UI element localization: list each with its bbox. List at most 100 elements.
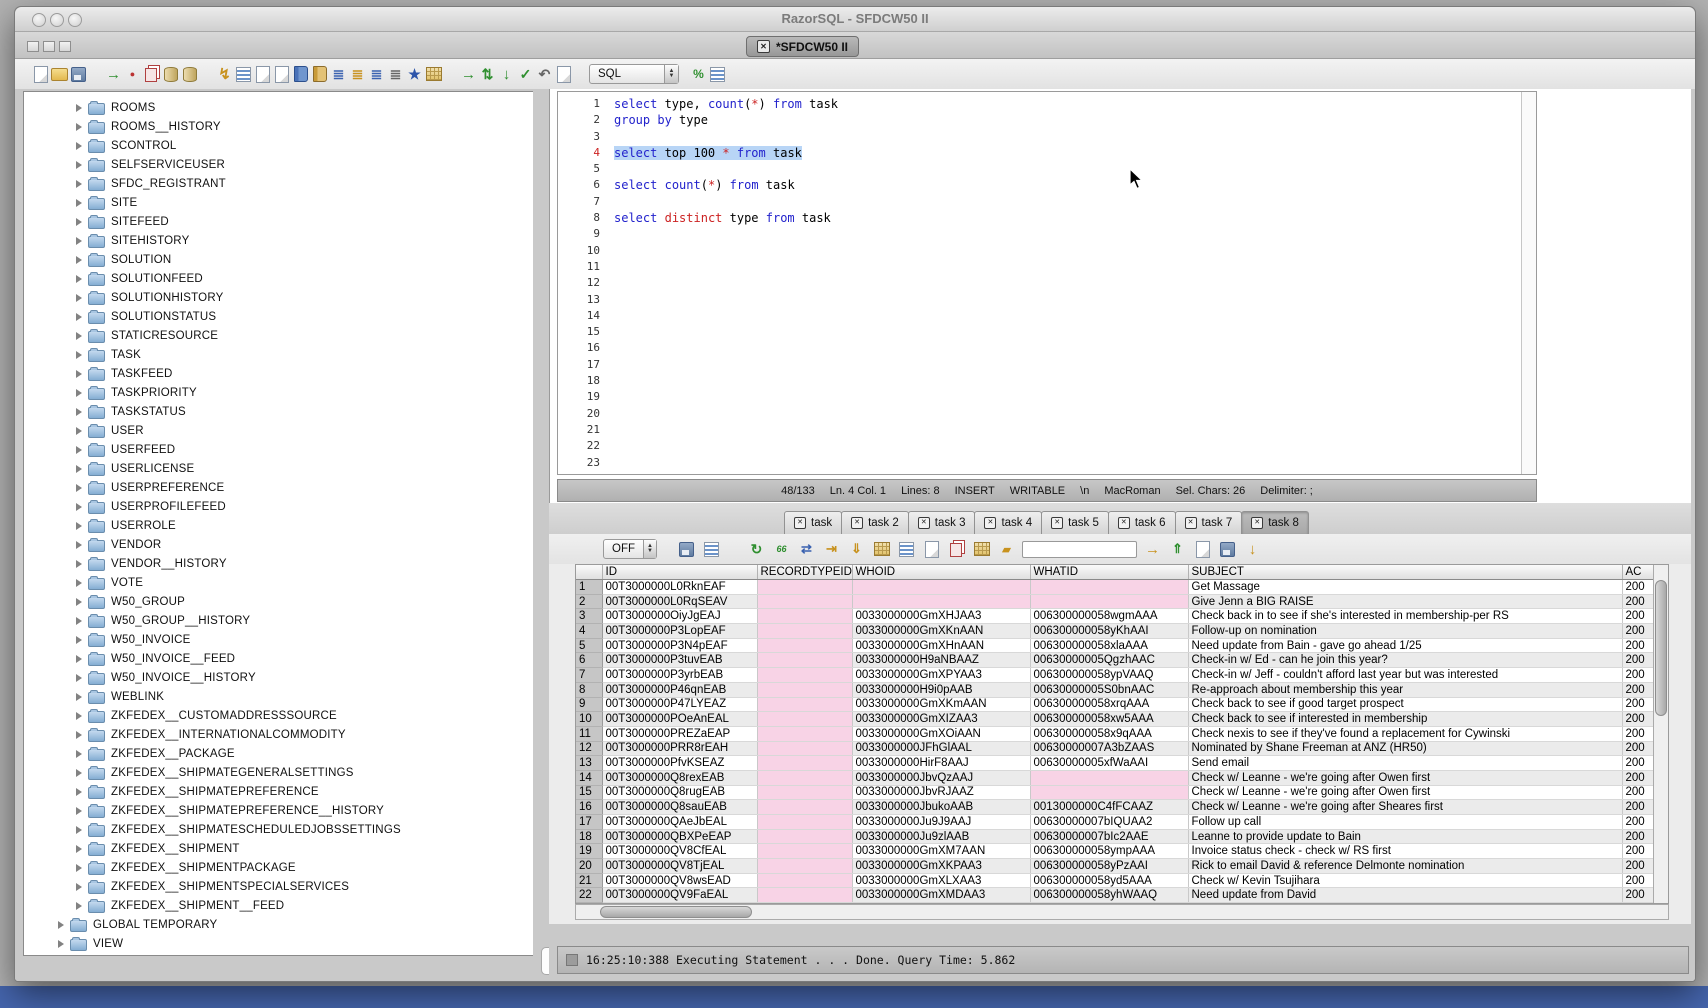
code-line[interactable] <box>614 340 1520 356</box>
cell[interactable]: 006300000058xlaAAA <box>1030 638 1188 653</box>
frame-control-icon[interactable] <box>59 41 71 52</box>
cell[interactable]: 0033000000GmXM7AAN <box>852 844 1030 859</box>
cell[interactable]: Follow-up on nomination <box>1188 624 1622 639</box>
cell[interactable]: 00T3000000QV8TjEAL <box>602 859 757 874</box>
table-row[interactable]: 1700T3000000QAeJbEAL0033000000Ju9J9AAJ00… <box>576 815 1654 830</box>
code-line[interactable] <box>614 259 1520 275</box>
tree-item[interactable]: GLOBAL TEMPORARY <box>24 915 534 934</box>
cell[interactable]: 0013000000C4fFCAAZ <box>1030 800 1188 815</box>
cell[interactable]: 0033000000Ju9J9AAJ <box>852 815 1030 830</box>
cell[interactable]: 200 <box>1622 682 1654 697</box>
document-tab[interactable]: ✕ *SFDCW50 II <box>746 36 859 57</box>
execute-icon[interactable]: ↯ <box>215 65 234 84</box>
edit-cell-icon[interactable]: ⇄ <box>797 540 816 559</box>
cell[interactable] <box>757 668 852 683</box>
favorites-star-icon[interactable]: ★ <box>405 65 424 84</box>
cell[interactable]: 00T3000000P3tuvEAB <box>602 653 757 668</box>
table-row[interactable]: 1300T3000000PfvKSEAZ0033000000HirF8AAJ00… <box>576 756 1654 771</box>
cell[interactable]: 0033000000H9aNBAAZ <box>852 653 1030 668</box>
sql-mode-select-stepper-icon[interactable]: ▲▼ <box>664 65 678 83</box>
table-row[interactable]: 1500T3000000Q8rugEAB0033000000JbvRJAAZCh… <box>576 785 1654 800</box>
code-line[interactable] <box>614 292 1520 308</box>
cell[interactable]: 0033000000GmXLXAA3 <box>852 873 1030 888</box>
autocommit-select[interactable]: OFF▲▼ <box>603 539 657 559</box>
cell[interactable]: 200 <box>1622 638 1654 653</box>
table-row[interactable]: 900T3000000P47LYEAZ0033000000GmXKmAAN006… <box>576 697 1654 712</box>
tree-item[interactable]: SITE <box>24 193 534 212</box>
cell[interactable]: 200 <box>1622 653 1654 668</box>
cell[interactable] <box>757 800 852 815</box>
table-row[interactable]: 500T3000000P3N4pEAF0033000000GmXHnAAN006… <box>576 638 1654 653</box>
close-tab-icon[interactable]: ✕ <box>1118 517 1130 529</box>
save-icon[interactable] <box>69 65 88 84</box>
cell[interactable]: Check back to see if good target prospec… <box>1188 697 1622 712</box>
fetch-icon[interactable]: ↓ <box>497 65 516 84</box>
code-line[interactable]: select top 100 * from task <box>614 145 1520 161</box>
tree-item[interactable]: W50_INVOICE__HISTORY <box>24 668 534 687</box>
tree-item[interactable]: USERFEED <box>24 440 534 459</box>
cell[interactable]: Check-in w/ Ed - can he join this year? <box>1188 653 1622 668</box>
cell[interactable]: 0033000000JbukoAAB <box>852 800 1030 815</box>
code-line[interactable] <box>614 422 1520 438</box>
cell[interactable]: Give Jenn a BIG RAISE <box>1188 594 1622 609</box>
close-tab-icon[interactable]: ✕ <box>984 517 996 529</box>
cell[interactable]: 006300000058yhWAAQ <box>1030 888 1188 903</box>
tree-view-icon[interactable] <box>897 540 916 559</box>
cell[interactable]: Check back in to see if she's interested… <box>1188 609 1622 624</box>
cell[interactable]: 006300000058x9qAAA <box>1030 726 1188 741</box>
book-gold-icon[interactable] <box>310 65 329 84</box>
tree-item[interactable]: W50_INVOICE__FEED <box>24 649 534 668</box>
code-line[interactable] <box>614 194 1520 210</box>
results-search-input[interactable] <box>1022 541 1137 558</box>
cell[interactable] <box>757 785 852 800</box>
export-list-icon[interactable]: ≣ <box>348 65 367 84</box>
sql-mode-select[interactable]: SQL▲▼ <box>589 64 679 84</box>
cell[interactable]: 00630000007bIc2AAE <box>1030 829 1188 844</box>
chevron-right-icon[interactable] <box>76 864 82 872</box>
chevron-right-icon[interactable] <box>76 693 82 701</box>
cell[interactable]: 0033000000H9i0pAAB <box>852 682 1030 697</box>
chevron-right-icon[interactable] <box>76 807 82 815</box>
tree-item[interactable]: TASKPRIORITY <box>24 383 534 402</box>
reload-table-icon[interactable] <box>872 540 891 559</box>
tree-item[interactable]: VENDOR__HISTORY <box>24 554 534 573</box>
tree-item[interactable]: TASKFEED <box>24 364 534 383</box>
tree-item[interactable]: WEBLINK <box>24 687 534 706</box>
close-tab-icon[interactable]: ✕ <box>794 517 806 529</box>
cell[interactable] <box>1030 770 1188 785</box>
column-header[interactable]: RECORDTYPEID <box>757 565 852 580</box>
tree-item[interactable]: SITEHISTORY <box>24 231 534 250</box>
column-header[interactable]: SUBJECT <box>1188 565 1622 580</box>
chevron-right-icon[interactable] <box>76 465 82 473</box>
cell[interactable]: 0033000000HirF8AAJ <box>852 756 1030 771</box>
new-file-icon[interactable] <box>31 65 50 84</box>
table-row[interactable]: 200T3000000L0RqSEAVGive Jenn a BIG RAISE… <box>576 594 1654 609</box>
chevron-right-icon[interactable] <box>76 161 82 169</box>
cell[interactable]: 006300000058yPzAAI <box>1030 859 1188 874</box>
tree-item[interactable]: SOLUTION <box>24 250 534 269</box>
column-header[interactable]: WHATID <box>1030 565 1188 580</box>
cell[interactable]: 0033000000GmXKPAA3 <box>852 859 1030 874</box>
close-tab-icon[interactable]: ✕ <box>1051 517 1063 529</box>
cell[interactable]: 0033000000GmXHnAAN <box>852 638 1030 653</box>
chevron-right-icon[interactable] <box>76 275 82 283</box>
chevron-right-icon[interactable] <box>58 921 64 929</box>
result-tab[interactable]: ✕task 5 <box>1041 511 1109 535</box>
table-row[interactable]: 1800T3000000QBXPeEAP0033000000Ju9zlAAB00… <box>576 829 1654 844</box>
cell[interactable]: 006300000058xrqAAA <box>1030 697 1188 712</box>
table-row[interactable]: 1900T3000000QV8CfEAL0033000000GmXM7AAN00… <box>576 844 1654 859</box>
cell[interactable]: 00T3000000Q8rugEAB <box>602 785 757 800</box>
cell[interactable]: 00T3000000PfvKSEAZ <box>602 756 757 771</box>
disconnect-icon[interactable]: ● <box>123 65 142 84</box>
table-row[interactable]: 1400T3000000Q8rexEAB0033000000JbvQzAAJCh… <box>576 770 1654 785</box>
cell[interactable]: 200 <box>1622 741 1654 756</box>
cell[interactable]: Check w/ Leanne - we're going after Owen… <box>1188 770 1622 785</box>
cell[interactable]: Get Massage <box>1188 580 1622 595</box>
tree-item[interactable]: VOTE <box>24 573 534 592</box>
result-tab[interactable]: ✕task 7 <box>1175 511 1243 535</box>
cell[interactable] <box>757 638 852 653</box>
table-vertical-scrollbar[interactable] <box>1653 565 1668 903</box>
cell[interactable]: 0033000000GmXHJAA3 <box>852 609 1030 624</box>
result-tab[interactable]: ✕task <box>784 511 842 535</box>
log-icon[interactable] <box>554 65 573 84</box>
